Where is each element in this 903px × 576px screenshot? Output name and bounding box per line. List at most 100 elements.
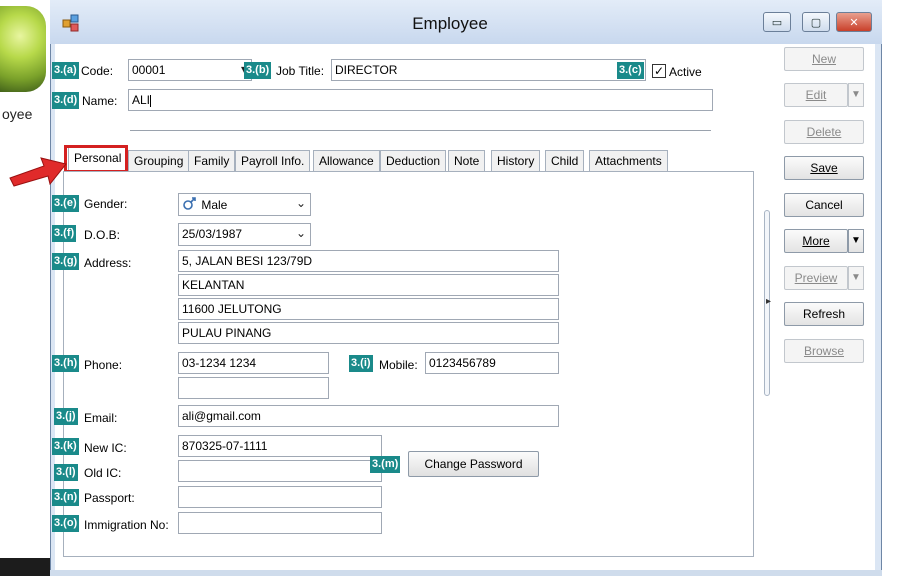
address-line-4[interactable]: PULAU PINANG <box>178 322 559 344</box>
job-title-label: Job Title: <box>276 64 325 78</box>
text-cursor <box>150 94 152 107</box>
tab-child[interactable]: Child <box>545 150 585 172</box>
annotation-tag-k: 3.(k) <box>52 438 79 455</box>
annotation-tag-n: 3.(n) <box>52 489 80 506</box>
save-button[interactable]: Save <box>784 156 864 180</box>
phone-label: Phone: <box>84 358 123 372</box>
window-title: Employee <box>412 14 488 33</box>
new-ic-label: New IC: <box>84 441 127 455</box>
annotation-tag-a: 3.(a) <box>52 62 79 79</box>
chevron-down-icon[interactable]: ⌄ <box>296 196 306 210</box>
window-bottom-border <box>50 570 882 576</box>
close-icon: ✕ <box>849 16 859 29</box>
code-field[interactable]: 00001 ▾ <box>128 59 252 81</box>
tab-payroll-info[interactable]: Payroll Info. <box>235 150 311 172</box>
email-label: Email: <box>84 411 118 425</box>
old-ic-label: Old IC: <box>84 466 122 480</box>
address-line-1[interactable]: 5, JALAN BESI 123/79D <box>178 250 559 272</box>
immigration-field[interactable] <box>178 512 382 534</box>
minimize-icon: ▭ <box>771 16 783 29</box>
annotation-tag-g: 3.(g) <box>52 253 80 270</box>
refresh-button[interactable]: Refresh <box>784 302 864 326</box>
chevron-right-icon[interactable]: ▸ <box>766 296 771 307</box>
annotation-tag-l: 3.(l) <box>54 464 78 481</box>
address-line-3[interactable]: 11600 JELUTONG <box>178 298 559 320</box>
name-value: ALI <box>132 93 151 107</box>
tab-deduction[interactable]: Deduction <box>380 150 447 172</box>
annotation-tag-c: 3.(c) <box>617 62 644 79</box>
edit-button[interactable]: Edit <box>784 83 848 107</box>
edit-dropdown-button[interactable]: ▼ <box>848 83 864 107</box>
preview-button[interactable]: Preview <box>784 266 848 290</box>
more-button[interactable]: More <box>784 229 848 253</box>
minimize-button[interactable]: ▭ <box>763 12 791 32</box>
tab-attachments[interactable]: Attachments <box>589 150 668 172</box>
chevron-down-icon: ▼ <box>851 89 861 100</box>
header-separator <box>130 130 711 131</box>
red-pointer-arrow-icon <box>9 157 67 187</box>
browse-button-label: Browse <box>803 344 844 358</box>
code-label: Code: <box>81 64 114 78</box>
mobile-label: Mobile: <box>379 358 418 372</box>
browse-button[interactable]: Browse <box>784 339 864 363</box>
save-button-label: Save <box>810 161 838 175</box>
gender-value: Male <box>201 198 228 212</box>
name-label: Name: <box>82 94 118 108</box>
new-ic-field[interactable]: 870325-07-1111 <box>178 435 382 457</box>
annotation-tag-o: 3.(o) <box>52 515 80 532</box>
edit-button-label: Edit <box>805 88 827 102</box>
maximize-button[interactable]: ▢ <box>802 12 830 32</box>
delete-button[interactable]: Delete <box>784 120 864 144</box>
annotation-tag-m: 3.(m) <box>370 456 401 473</box>
tab-grouping[interactable]: Grouping <box>128 150 190 172</box>
new-button[interactable]: New <box>784 47 864 71</box>
dob-picker[interactable]: 25/03/1987 ⌄ <box>178 223 311 246</box>
immigration-label: Immigration No: <box>84 518 169 532</box>
job-title-value: DIRECTOR <box>335 63 398 77</box>
tab-note[interactable]: Note <box>448 150 486 172</box>
passport-field[interactable] <box>178 486 382 508</box>
dob-value: 25/03/1987 <box>182 227 243 241</box>
job-title-field[interactable]: DIRECTOR <box>331 59 646 81</box>
change-password-button[interactable]: Change Password <box>408 451 539 477</box>
active-checkbox[interactable]: ✓ <box>652 64 666 78</box>
old-ic-field[interactable] <box>178 460 382 482</box>
tab-history[interactable]: History <box>491 150 541 172</box>
more-button-label: More <box>802 234 830 248</box>
preview-dropdown-button[interactable]: ▼ <box>848 266 864 290</box>
annotation-tag-f: 3.(f) <box>52 225 77 242</box>
annotation-tag-e: 3.(e) <box>52 195 79 212</box>
close-button[interactable]: ✕ <box>836 12 872 32</box>
name-field[interactable]: ALI <box>128 89 713 111</box>
email-field[interactable]: ali@gmail.com <box>178 405 559 427</box>
refresh-button-label: Refresh <box>802 307 846 321</box>
new-button-label: New <box>811 52 836 66</box>
address-line-2[interactable]: KELANTAN <box>178 274 559 296</box>
cancel-button-label: Cancel <box>805 198 843 212</box>
male-icon <box>183 197 196 210</box>
tab-family[interactable]: Family <box>188 150 236 172</box>
phone-field[interactable]: 03-1234 1234 <box>178 352 329 374</box>
cancel-button[interactable]: Cancel <box>784 193 864 217</box>
phone-2-field[interactable] <box>178 377 329 399</box>
more-dropdown-button[interactable]: ▼ <box>848 229 864 253</box>
chevron-down-icon: ▼ <box>851 272 861 283</box>
tab-allowance[interactable]: Allowance <box>313 150 380 172</box>
annotation-tag-b: 3.(b) <box>244 62 272 79</box>
active-tab-highlight <box>64 145 128 173</box>
mobile-field[interactable]: 0123456789 <box>425 352 559 374</box>
preview-button-label: Preview <box>794 271 838 285</box>
code-value: 00001 <box>132 63 166 77</box>
annotation-tag-d: 3.(d) <box>52 92 80 109</box>
chevron-down-icon[interactable]: ⌄ <box>296 226 306 240</box>
gender-select[interactable]: Male ⌄ <box>178 193 311 216</box>
delete-button-label: Delete <box>806 125 842 139</box>
background-app-label: oyee <box>2 106 33 122</box>
maximize-icon: ▢ <box>810 16 822 29</box>
app-icon <box>62 14 80 32</box>
passport-label: Passport: <box>84 491 135 505</box>
background-taskbar <box>0 558 50 576</box>
annotation-tag-i: 3.(i) <box>349 355 373 372</box>
chevron-down-icon: ▼ <box>851 235 861 246</box>
gender-label: Gender: <box>84 197 128 211</box>
